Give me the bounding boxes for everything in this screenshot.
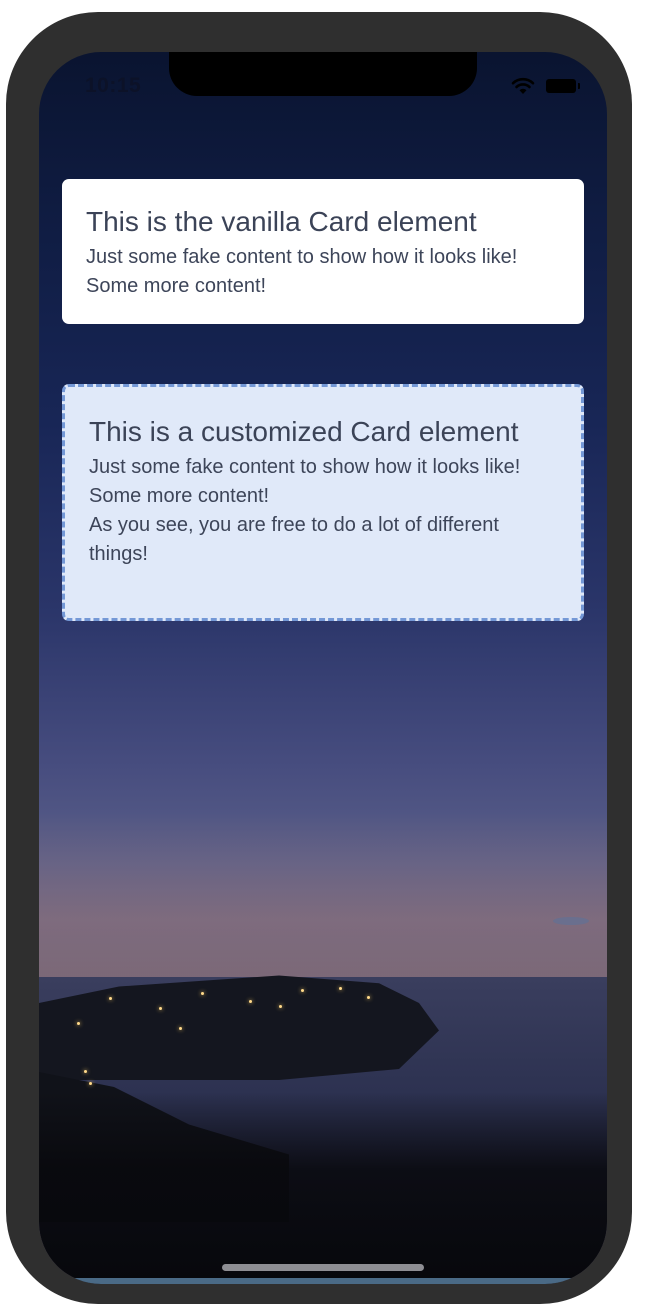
town-light [367,996,370,999]
custom-card: This is a customized Card element Just s… [62,384,584,621]
town-light [179,1027,182,1030]
custom-card-line: As you see, you are free to do a lot of … [89,514,499,565]
sky-horizon-glow [39,812,607,992]
battery-icon [546,79,580,93]
town-light [159,1007,162,1010]
vanilla-card: This is the vanilla Card element Just so… [62,179,584,324]
custom-card-line: Some more content! [89,485,270,507]
custom-card-line: Just some fake content to show how it lo… [89,456,521,478]
status-time: 10:15 [85,74,142,97]
town-light [89,1082,92,1085]
town-light [109,997,112,1000]
vanilla-card-line: Some more content! [86,275,267,297]
phone-screen: 10:15 This is the vanilla Card element J… [39,52,607,1284]
device-frame: 10:15 This is the vanilla Card element J… [6,12,632,1304]
bottom-strip [39,1278,607,1284]
town-light [201,992,204,995]
town-light [339,987,342,990]
vanilla-card-line: Just some fake content to show how it lo… [86,246,518,268]
vanilla-card-title: This is the vanilla Card element [86,206,477,237]
foreground-trees [39,1092,607,1284]
cloud [553,917,589,925]
town-light [279,1005,282,1008]
wifi-icon [511,77,535,94]
custom-card-title: This is a customized Card element [89,416,519,447]
notch [169,52,477,96]
home-indicator[interactable] [222,1264,424,1271]
town-light [84,1070,87,1073]
town-light [301,989,304,992]
town-light [249,1000,252,1003]
town-light [77,1022,80,1025]
status-bar: 10:15 [39,52,607,124]
